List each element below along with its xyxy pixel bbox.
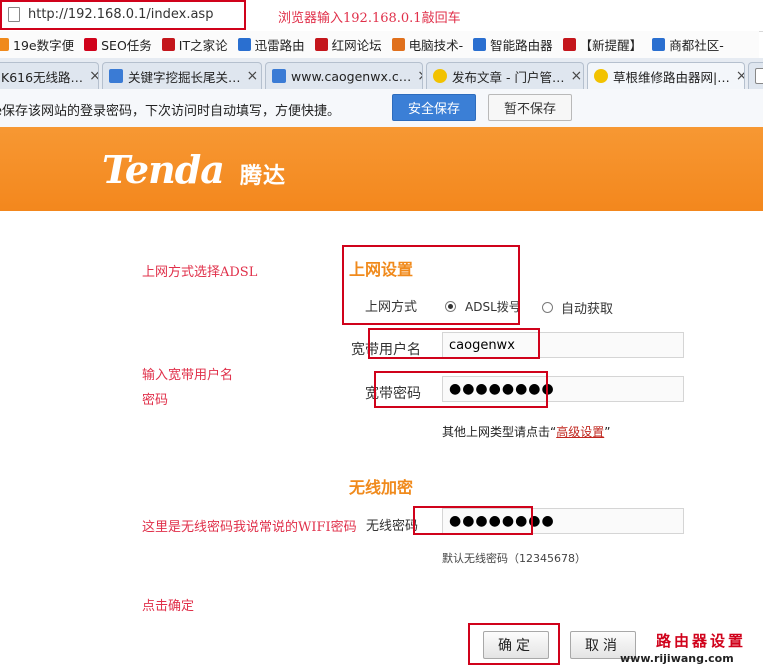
bookmarks-bar: 19e数字便 SEO任务 IT之家论 迅雷路由 红网论坛 电脑技术- 智能路由器 【新提醒】 商…: [0, 31, 759, 59]
password-save-message: e保存该网站的登录密码，下次访问时自动填写，方便快捷。: [0, 104, 340, 119]
bookmark-item[interactable]: 智能路由器: [473, 35, 553, 54]
bookmark-label: 迅雷路由: [254, 38, 305, 53]
bookmark-label: 商都社区-: [669, 38, 724, 53]
annotation-wifi-password: 这里是无线密码我说常说的WIFI密码: [142, 520, 357, 535]
close-icon[interactable]: ×: [83, 68, 98, 84]
bookmark-label: 智能路由器: [490, 38, 553, 53]
site-icon: [109, 69, 123, 83]
pc-icon: [391, 38, 405, 51]
wireless-password-label: 无线密码: [366, 519, 419, 534]
bookmark-item[interactable]: 【新提醒】: [562, 35, 643, 54]
bookmark-label: SEO任务: [101, 38, 152, 53]
bookmark-item[interactable]: SEO任务: [84, 35, 152, 54]
url-annotation: 浏览器输入192.168.0.1敲回车: [278, 11, 461, 26]
username-highlight-box: [368, 328, 540, 359]
tab-2[interactable]: 关键字挖掘长尾关… ×: [102, 62, 262, 89]
annotation-password: 密码: [142, 393, 169, 408]
close-icon[interactable]: ×: [241, 68, 259, 84]
tab-label: 关键字挖掘长尾关…: [128, 69, 241, 85]
bookmark-item[interactable]: 商都社区-: [652, 35, 724, 54]
dhcp-radio[interactable]: [542, 302, 553, 313]
bookmark-label: IT之家论: [178, 38, 228, 53]
default-wireless-password-note: 默认无线密码（12345678）: [442, 552, 586, 565]
seo-icon: [84, 38, 98, 51]
site-icon: [433, 69, 447, 83]
annotation-click-ok: 点击确定: [142, 599, 195, 614]
save-password-button[interactable]: 安全保存: [392, 94, 476, 121]
dhcp-label: 自动获取: [561, 302, 614, 317]
advanced-hint-suffix: ”: [604, 425, 611, 439]
thunder-icon: [237, 38, 251, 51]
bookmark-label: 19e数字便: [13, 38, 75, 53]
tenda-logo: Tenda: [102, 147, 225, 192]
19e-icon: [0, 38, 9, 51]
dont-save-password-button[interactable]: 暂不保存: [488, 94, 572, 121]
tab-5[interactable]: 草根维修路由器网|… ×: [587, 62, 745, 89]
tenda-logo-cn: 腾达: [240, 164, 287, 189]
site-icon: [594, 69, 608, 83]
password-save-bar: e保存该网站的登录密码，下次访问时自动填写，方便快捷。 安全保存 暂不保存: [0, 89, 763, 128]
tab-3[interactable]: www.caogenwx.c… ×: [265, 62, 423, 89]
bell-icon: [562, 38, 576, 51]
tab-4[interactable]: 发布文章 - 门户管… ×: [426, 62, 584, 89]
ok-highlight-box: [468, 623, 560, 665]
wireless-security-title: 无线加密: [349, 478, 414, 497]
page-icon: [755, 68, 763, 84]
shangdu-icon: [652, 38, 666, 51]
bookmark-item[interactable]: 红网论坛: [314, 35, 382, 54]
bookmark-label: 红网论坛: [331, 38, 382, 53]
bookmark-item[interactable]: 19e数字便: [0, 35, 74, 54]
advanced-hint: 其他上网类型请点击“高级设置”: [442, 423, 610, 440]
dhcp-radio-option[interactable]: 自动获取: [542, 298, 613, 317]
bookmark-item[interactable]: IT之家论: [161, 35, 228, 54]
annotation-select-adsl: 上网方式选择ADSL: [142, 265, 258, 280]
router-icon: [473, 38, 487, 51]
site-icon: [272, 69, 286, 83]
bookmark-label: 电脑技术-: [408, 38, 464, 53]
watermark-title: 路由器设置: [656, 632, 747, 650]
close-icon[interactable]: ×: [730, 68, 744, 84]
tab-label: 草根维修路由器网|…: [613, 69, 730, 85]
it-icon: [161, 38, 175, 51]
watermark-domain: www.rijiwang.com: [620, 652, 734, 665]
internet-highlight-box: [342, 245, 520, 325]
close-icon[interactable]: ×: [564, 68, 582, 84]
bookmark-item[interactable]: 迅雷路由: [237, 35, 305, 54]
bookmark-label: 【新提醒】: [579, 38, 643, 53]
password-highlight-box: [374, 371, 548, 408]
redweb-icon: [314, 38, 328, 51]
close-icon[interactable]: ×: [411, 68, 422, 84]
wireless-highlight-box: [413, 506, 533, 535]
tab-label: 发布文章 - 门户管…: [452, 69, 565, 85]
bookmark-item[interactable]: 电脑技术-: [391, 35, 464, 54]
tab-1[interactable]: K616无线路… ×: [0, 62, 99, 89]
url-highlight-box: [0, 0, 246, 30]
address-bar: http://192.168.0.1/index.asp 浏览器输入192.16…: [0, 0, 763, 32]
advanced-hint-prefix: 其他上网类型请点击“: [442, 425, 557, 439]
advanced-settings-link[interactable]: 高级设置: [556, 425, 604, 439]
tab-label: www.caogenwx.c…: [291, 68, 412, 84]
new-tab-button[interactable]: [748, 62, 763, 89]
tab-strip: K616无线路… × 关键字挖掘长尾关… × www.caogenwx.c… ×…: [0, 58, 763, 90]
tab-label: K616无线路…: [1, 69, 84, 85]
annotation-enter-username: 输入宽带用户名: [142, 368, 234, 383]
